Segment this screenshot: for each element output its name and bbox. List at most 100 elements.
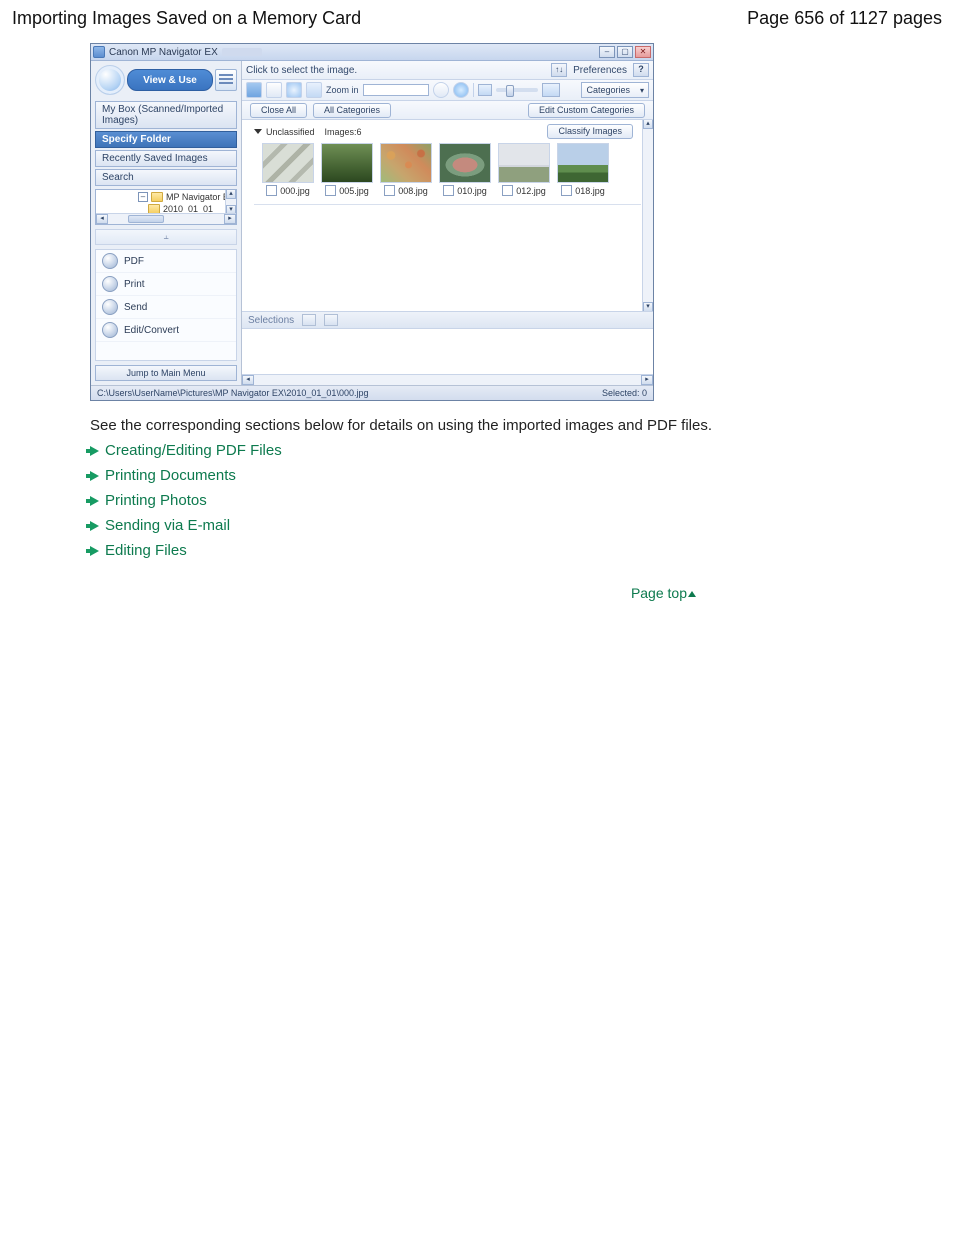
folder-tree[interactable]: – MP Navigator EX 2010_01_01 ▴ ▾ ◂ ▸ bbox=[95, 189, 237, 225]
grid-view-icon[interactable] bbox=[246, 82, 262, 98]
thumbnail-item[interactable]: 000.jpg bbox=[262, 143, 314, 196]
thumbnail-image[interactable] bbox=[557, 143, 609, 183]
group-name: Unclassified bbox=[266, 127, 315, 137]
thumbnail-item[interactable]: 018.jpg bbox=[557, 143, 609, 196]
scroll-left-icon[interactable]: ◂ bbox=[96, 214, 108, 224]
zoom-field[interactable] bbox=[363, 84, 429, 96]
scroll-left-icon[interactable]: ◂ bbox=[242, 375, 254, 385]
tree-collapse-icon[interactable]: – bbox=[138, 192, 148, 202]
link-editing-files[interactable]: Editing Files bbox=[105, 542, 187, 559]
chevron-down-icon: ▾ bbox=[640, 86, 644, 95]
list-view-icon[interactable] bbox=[266, 82, 282, 98]
link-sending-email[interactable]: Sending via E-mail bbox=[105, 517, 230, 534]
selections-hscrollbar[interactable]: ◂ ▸ bbox=[242, 374, 653, 385]
status-path: C:\Users\UserName\Pictures\MP Navigator … bbox=[97, 388, 368, 398]
titlebar: Canon MP Navigator EX – ▢ ✕ bbox=[91, 44, 653, 61]
action-edit-label: Edit/Convert bbox=[124, 325, 179, 336]
scroll-down-icon[interactable]: ▾ bbox=[643, 302, 653, 312]
toolbar-top: Click to select the image. ↑↓ Preference… bbox=[242, 61, 653, 80]
view-use-button[interactable]: View & Use bbox=[127, 69, 213, 91]
link-row: Sending via E-mail bbox=[90, 517, 942, 534]
thumb-size-large-icon[interactable] bbox=[542, 83, 560, 97]
calendar-icon[interactable] bbox=[215, 69, 237, 91]
tree-vscrollbar[interactable]: ▴ ▾ bbox=[225, 190, 236, 214]
scroll-right-icon[interactable]: ▸ bbox=[224, 214, 236, 224]
thumbnail-item[interactable]: 010.jpg bbox=[439, 143, 491, 196]
disclosure-triangle-icon[interactable] bbox=[254, 129, 262, 134]
page-top-label: Page top bbox=[631, 585, 687, 601]
thumb-vscrollbar[interactable]: ▴ ▾ bbox=[642, 120, 653, 311]
app-icon bbox=[93, 46, 105, 58]
thumbnail-checkbox[interactable] bbox=[502, 185, 513, 196]
scroll-right-icon[interactable]: ▸ bbox=[641, 375, 653, 385]
edit-custom-categories-button[interactable]: Edit Custom Categories bbox=[528, 103, 645, 118]
thumbnail-filename: 008.jpg bbox=[398, 186, 428, 196]
body-paragraph: See the corresponding sections below for… bbox=[90, 417, 942, 434]
selection-grid-icon[interactable] bbox=[302, 314, 316, 326]
tab-recently-saved[interactable]: Recently Saved Images bbox=[95, 150, 237, 167]
thumbnail-checkbox[interactable] bbox=[443, 185, 454, 196]
help-button[interactable]: ? bbox=[633, 63, 649, 77]
scroll-up-icon[interactable]: ▴ bbox=[226, 189, 236, 199]
scroll-thumb[interactable] bbox=[128, 215, 164, 223]
thumbnail-image[interactable] bbox=[321, 143, 373, 183]
selections-label: Selections bbox=[248, 315, 294, 326]
thumbnail-image[interactable] bbox=[262, 143, 314, 183]
close-button[interactable]: ✕ bbox=[635, 46, 651, 58]
link-printing-documents[interactable]: Printing Documents bbox=[105, 467, 236, 484]
categories-dropdown[interactable]: Categories ▾ bbox=[581, 82, 649, 98]
selections-bar: Selections bbox=[242, 312, 653, 329]
thumbnail-item[interactable]: 012.jpg bbox=[498, 143, 550, 196]
scroll-up-icon[interactable]: ▴ bbox=[643, 120, 653, 129]
action-pdf[interactable]: PDF bbox=[96, 250, 236, 273]
tab-search[interactable]: Search bbox=[95, 169, 237, 186]
toolbar-category: Close All All Categories Edit Custom Cat… bbox=[242, 101, 653, 120]
selection-list-icon[interactable] bbox=[324, 314, 338, 326]
maximize-button[interactable]: ▢ bbox=[617, 46, 633, 58]
thumbnail-checkbox[interactable] bbox=[561, 185, 572, 196]
tab-my-box[interactable]: My Box (Scanned/Imported Images) bbox=[95, 101, 237, 129]
link-row: Printing Documents bbox=[90, 467, 942, 484]
minimize-button[interactable]: – bbox=[599, 46, 615, 58]
action-print[interactable]: Print bbox=[96, 273, 236, 296]
thumbnail-image[interactable] bbox=[439, 143, 491, 183]
sort-button[interactable]: ↑↓ bbox=[551, 63, 567, 77]
thumb-size-slider[interactable] bbox=[496, 88, 538, 92]
toolbar-view: Zoom in Categories ▾ bbox=[242, 80, 653, 101]
tree-hscrollbar[interactable]: ◂ ▸ bbox=[96, 213, 236, 224]
group-header[interactable]: Unclassified Images:6 Classify Images bbox=[242, 120, 653, 139]
slider-knob[interactable] bbox=[506, 85, 514, 97]
link-printing-photos[interactable]: Printing Photos bbox=[105, 492, 207, 509]
edit-icon bbox=[102, 322, 118, 338]
link-list: Creating/Editing PDF Files Printing Docu… bbox=[90, 442, 942, 559]
preferences-link[interactable]: Preferences bbox=[573, 65, 627, 76]
thumbnail-checkbox[interactable] bbox=[266, 185, 277, 196]
close-all-button[interactable]: Close All bbox=[250, 103, 307, 118]
thumbnail-checkbox[interactable] bbox=[325, 185, 336, 196]
thumbnail-item[interactable]: 005.jpg bbox=[321, 143, 373, 196]
status-bar: C:\Users\UserName\Pictures\MP Navigator … bbox=[91, 385, 653, 400]
thumb-size-small-icon[interactable] bbox=[478, 84, 492, 96]
thumbnail-filename: 000.jpg bbox=[280, 186, 310, 196]
action-edit-convert[interactable]: Edit/Convert bbox=[96, 319, 236, 342]
page-top-link[interactable]: Page top bbox=[631, 585, 696, 601]
magnifier-icon[interactable] bbox=[433, 82, 449, 98]
all-categories-button[interactable]: All Categories bbox=[313, 103, 391, 118]
link-creating-editing-pdf[interactable]: Creating/Editing PDF Files bbox=[105, 442, 282, 459]
refresh-icon[interactable] bbox=[453, 82, 469, 98]
thumbnail-image[interactable] bbox=[380, 143, 432, 183]
classify-images-button[interactable]: Classify Images bbox=[547, 124, 633, 139]
zoom-in-icon[interactable] bbox=[306, 82, 322, 98]
thumbnail-image[interactable] bbox=[498, 143, 550, 183]
tab-specify-folder[interactable]: Specify Folder bbox=[95, 131, 237, 148]
thumbnail-checkbox[interactable] bbox=[384, 185, 395, 196]
up-caret-icon bbox=[688, 591, 696, 597]
nav-mode-icon[interactable] bbox=[95, 65, 125, 95]
thumbnail-area: Unclassified Images:6 Classify Images 00… bbox=[242, 120, 653, 312]
action-send[interactable]: Send bbox=[96, 296, 236, 319]
pin-toggle[interactable]: ⫠ bbox=[95, 229, 237, 245]
thumbnail-item[interactable]: 008.jpg bbox=[380, 143, 432, 196]
arrow-bullet-icon bbox=[90, 471, 99, 481]
jump-main-menu-button[interactable]: Jump to Main Menu bbox=[95, 365, 237, 381]
rotate-icon[interactable] bbox=[286, 82, 302, 98]
